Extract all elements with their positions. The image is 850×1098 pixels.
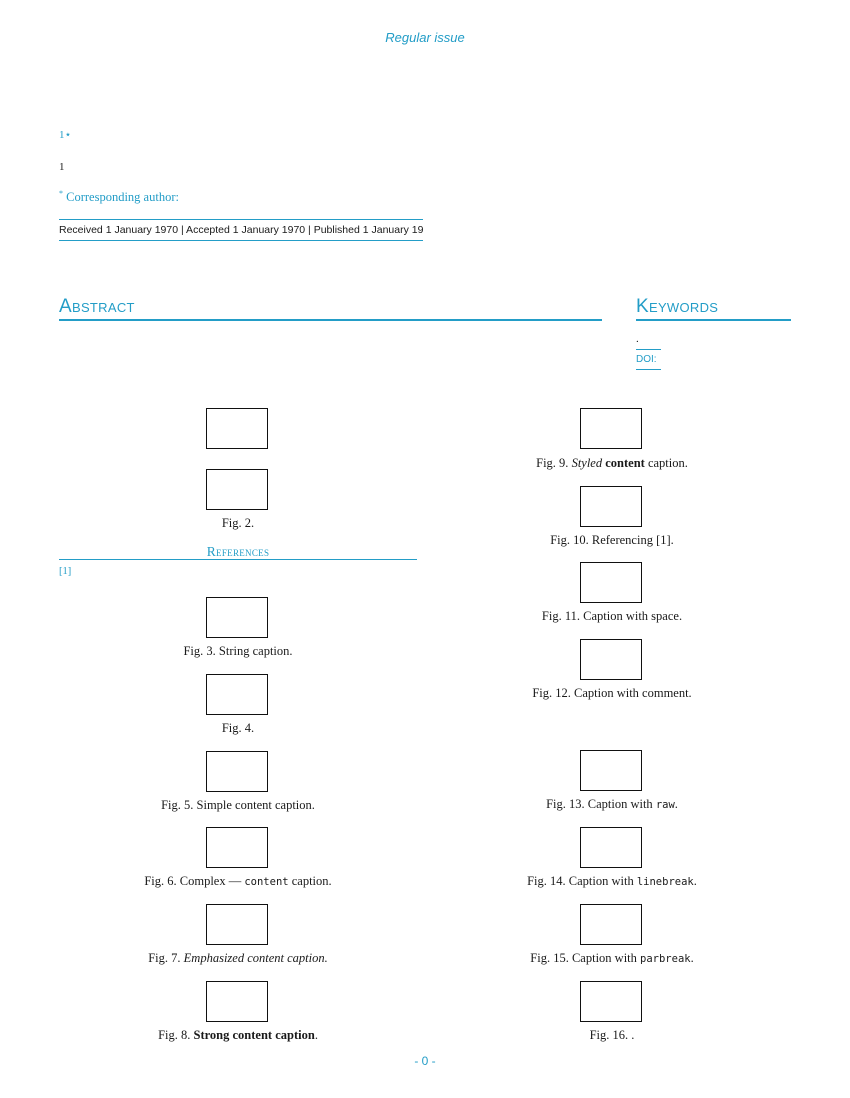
figure-13-caption-prefix: Fig. 13. Caption with xyxy=(546,797,656,811)
figure-3-caption: Fig. 3. String caption. xyxy=(183,644,293,658)
reference-item-1: [1] xyxy=(59,566,72,577)
keywords-heading: Keywords xyxy=(636,296,791,321)
figure-13-caption: Fig. 13. Caption with raw. xyxy=(447,797,777,812)
figure-7-caption-prefix: Fig. 7. xyxy=(148,951,184,965)
figure-16-caption: Fig. 16. . xyxy=(589,1028,635,1042)
figure-15-caption-suffix: . xyxy=(690,951,694,965)
figure-2-placeholder xyxy=(206,469,268,510)
figure-9-placeholder xyxy=(580,408,642,449)
figure-9-caption: Fig. 9. Styled content caption. xyxy=(447,456,777,471)
figure-8-caption-prefix: Fig. 8. xyxy=(158,1028,194,1042)
page-number: - 0 - xyxy=(414,1054,436,1068)
figure-2-caption: Fig. 2. xyxy=(221,516,255,530)
figure-14-caption: Fig. 14. Caption with linebreak. xyxy=(447,874,777,889)
corresponding-author: * Corresponding author: xyxy=(59,189,179,205)
figure-14-placeholder xyxy=(580,827,642,868)
figure-6-caption-suffix: caption. xyxy=(288,874,332,888)
affiliation-marker-1: 1⋆ xyxy=(59,129,72,141)
figure-14-caption-prefix: Fig. 14. Caption with xyxy=(527,874,637,888)
figure-11-placeholder xyxy=(580,562,642,603)
affiliation-marker-2: 1 xyxy=(59,161,65,173)
figure-16-placeholder xyxy=(580,981,642,1022)
abstract-heading: Abstract xyxy=(59,296,602,321)
doi-rule xyxy=(636,369,661,370)
figure-1-placeholder xyxy=(206,408,268,449)
publication-dates: Received 1 January 1970 | Accepted 1 Jan… xyxy=(59,219,423,241)
figure-14-caption-suffix: . xyxy=(693,874,697,888)
figure-11-caption: Fig. 11. Caption with space. xyxy=(541,609,683,623)
figure-14-caption-code: linebreak xyxy=(636,876,694,888)
figure-3-placeholder xyxy=(206,597,268,638)
keywords-value: . xyxy=(636,333,639,345)
figure-4-placeholder xyxy=(206,674,268,715)
figure-9-caption-suffix: caption. xyxy=(644,456,688,470)
figure-7-caption-emphasis: Emphasized content caption. xyxy=(183,951,328,965)
figure-13-caption-code: raw xyxy=(655,799,675,811)
figure-6-caption: Fig. 6. Complex — content caption. xyxy=(73,874,403,889)
figure-15-caption-prefix: Fig. 15. Caption with xyxy=(530,951,641,965)
figure-6-caption-code: content xyxy=(244,876,289,888)
figure-15-caption-code: parbreak xyxy=(640,953,691,965)
figure-6-placeholder xyxy=(206,827,268,868)
figure-6-caption-prefix: Fig. 6. Complex — xyxy=(144,874,245,888)
figure-8-caption-suffix: . xyxy=(314,1028,318,1042)
figure-5-placeholder xyxy=(206,751,268,792)
figure-12-caption: Fig. 12. Caption with comment. xyxy=(532,686,692,700)
figure-15-placeholder xyxy=(580,904,642,945)
figure-8-caption-strong: Strong content caption xyxy=(193,1028,315,1042)
figure-4-caption: Fig. 4. xyxy=(221,721,255,735)
corresponding-label: Corresponding author: xyxy=(66,190,179,205)
figure-10-caption: Fig. 10. Referencing [1]. xyxy=(550,533,674,547)
figure-9-caption-strong: content xyxy=(605,456,645,470)
references-heading: References xyxy=(59,544,417,560)
figure-13-placeholder xyxy=(580,750,642,791)
figure-13-caption-suffix: . xyxy=(674,797,678,811)
keywords-rule xyxy=(636,349,661,350)
figure-7-caption: Fig. 7. Emphasized content caption. xyxy=(73,951,403,966)
figure-5-caption: Fig. 5. Simple content caption. xyxy=(161,798,315,812)
corresponding-marker: * xyxy=(59,189,63,198)
figure-9-caption-emphasis: Styled xyxy=(571,456,603,470)
figure-9-caption-prefix: Fig. 9. xyxy=(536,456,572,470)
figure-12-placeholder xyxy=(580,639,642,680)
figure-8-caption: Fig. 8. Strong content caption. xyxy=(73,1028,403,1043)
figure-8-placeholder xyxy=(206,981,268,1022)
doi-label: DOI: xyxy=(636,354,657,365)
figure-15-caption: Fig. 15. Caption with parbreak. xyxy=(447,951,777,966)
figure-7-placeholder xyxy=(206,904,268,945)
figure-10-placeholder xyxy=(580,486,642,527)
journal-issue-label: Regular issue xyxy=(385,30,465,45)
